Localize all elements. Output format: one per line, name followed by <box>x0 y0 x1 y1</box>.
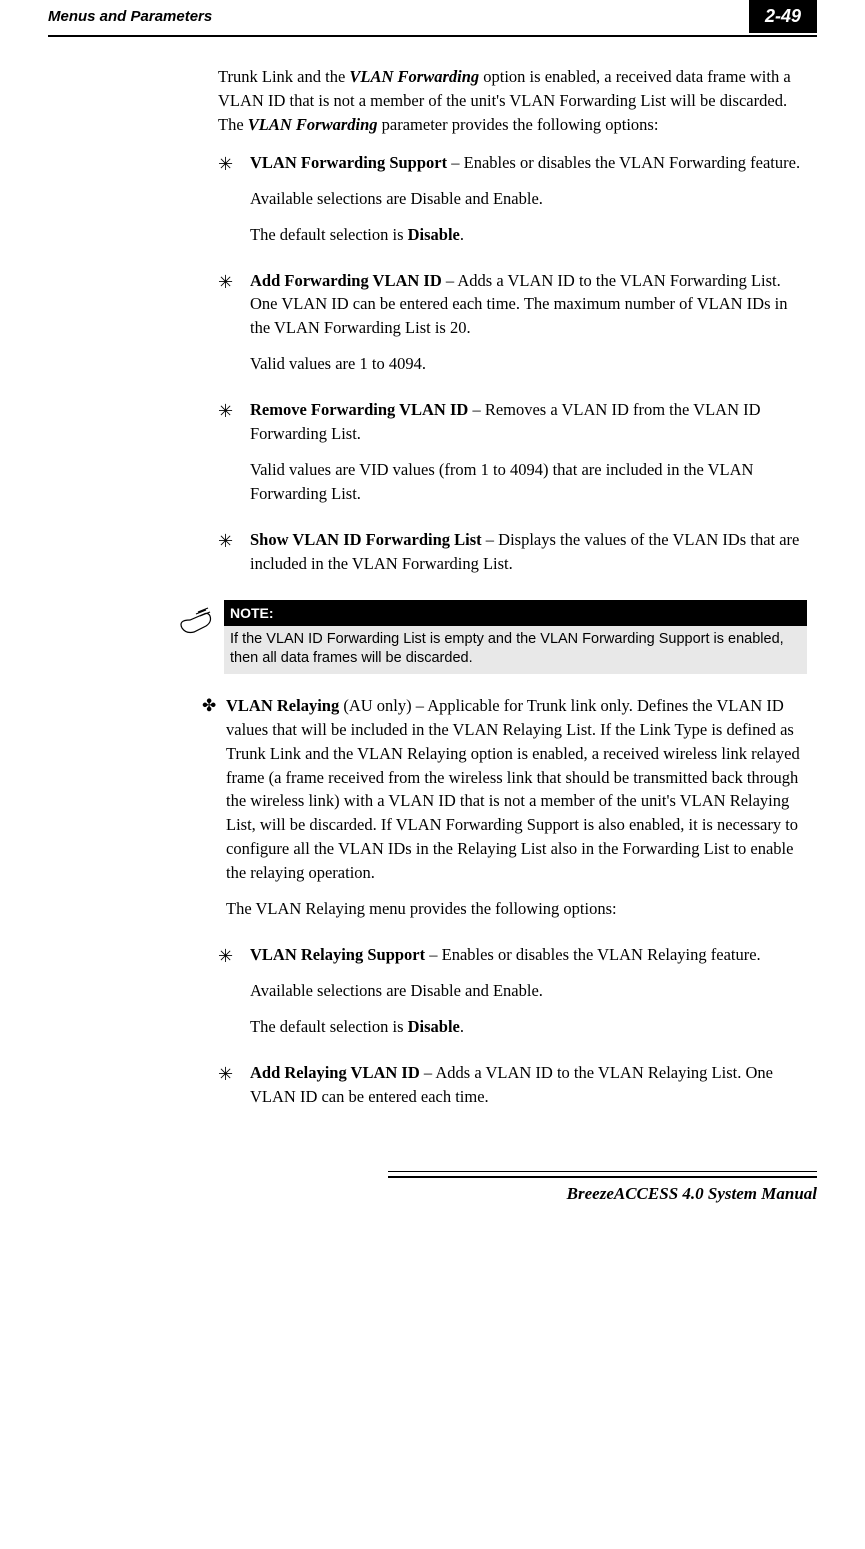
page-header: Menus and Parameters 2-49 <box>48 0 817 37</box>
asterisk-icon: ✳ <box>218 398 250 518</box>
note-header: NOTE: <box>224 600 807 626</box>
asterisk-icon: ✳ <box>218 1061 250 1109</box>
note-box: NOTE: If the VLAN ID Forwarding List is … <box>178 600 807 674</box>
asterisk-icon: ✳ <box>218 943 250 1051</box>
list-item: ✳ Show VLAN ID Forwarding List – Display… <box>218 528 807 576</box>
list-item: ✳ Add Relaying VLAN ID – Adds a VLAN ID … <box>218 1061 807 1109</box>
list-item: ✳ VLAN Forwarding Support – Enables or d… <box>218 151 807 259</box>
page-number: 2-49 <box>749 0 817 33</box>
cross-icon: ✤ <box>202 694 226 933</box>
footer-text: BreezeACCESS 4.0 System Manual <box>567 1184 817 1203</box>
asterisk-icon: ✳ <box>218 528 250 576</box>
hand-note-icon <box>178 600 224 674</box>
header-title: Menus and Parameters <box>48 8 212 25</box>
asterisk-icon: ✳ <box>218 151 250 259</box>
intro-paragraph: Trunk Link and the VLAN Forwarding optio… <box>218 65 807 137</box>
list-item: ✳ Add Forwarding VLAN ID – Adds a VLAN I… <box>218 269 807 389</box>
note-body: If the VLAN ID Forwarding List is empty … <box>224 626 807 674</box>
asterisk-icon: ✳ <box>218 269 250 389</box>
page-footer: BreezeACCESS 4.0 System Manual <box>48 1171 817 1234</box>
list-item: ✳ Remove Forwarding VLAN ID – Removes a … <box>218 398 807 518</box>
list-item: ✳ VLAN Relaying Support – Enables or dis… <box>218 943 807 1051</box>
list-item: ✤ VLAN Relaying (AU only) – Applicable f… <box>210 694 807 933</box>
